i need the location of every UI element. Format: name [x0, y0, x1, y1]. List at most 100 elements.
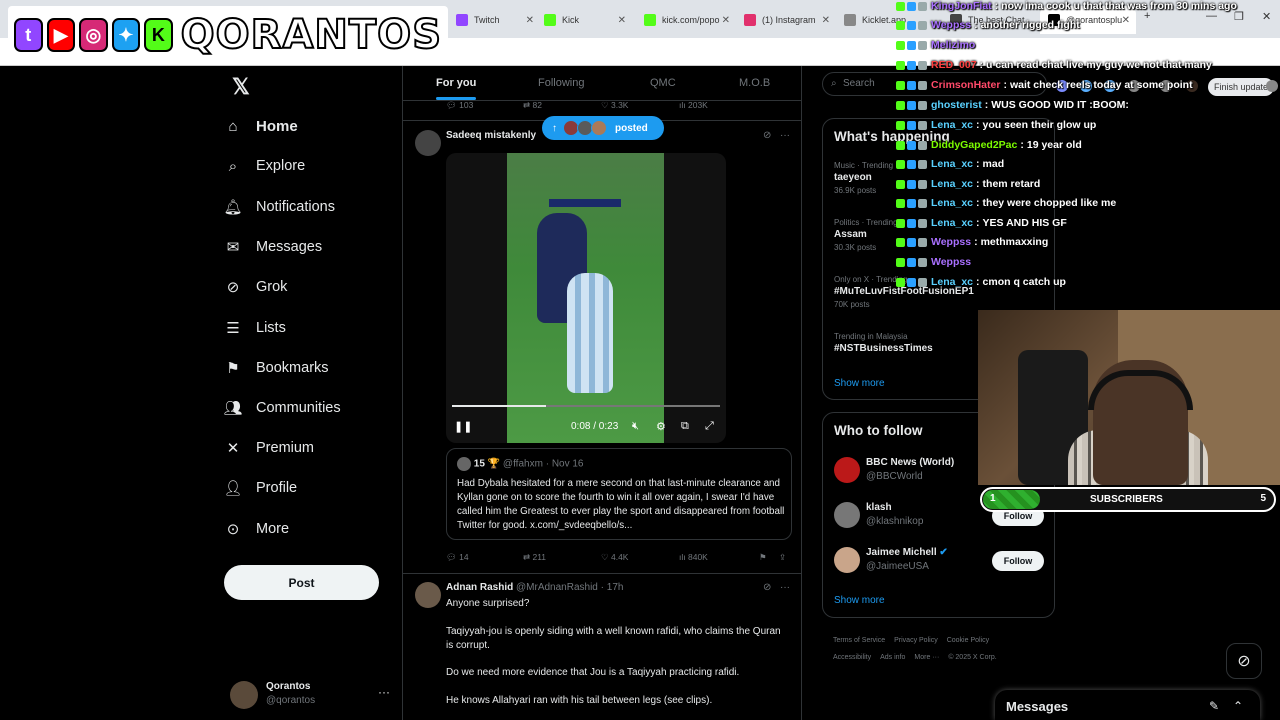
- chat-text: mad: [982, 158, 1005, 170]
- close-icon[interactable]: ✕: [526, 15, 534, 26]
- sidebar-item-lists[interactable]: ☰ Lists: [224, 312, 394, 344]
- share-icon[interactable]: ⇪: [779, 552, 786, 563]
- quoted-tweet[interactable]: 15 🏆 @ffahxm · Nov 16 Had Dybala hesitat…: [446, 448, 792, 540]
- chat-message: Lena_xc: YES AND HIS GF: [896, 214, 1067, 232]
- twitter-icon: ✦: [111, 18, 141, 52]
- sidebar-item-notifications[interactable]: 🔔︎ Notifications: [223, 191, 394, 223]
- x-logo-icon[interactable]: 𝕏: [232, 74, 250, 100]
- sidebar-item-communities[interactable]: 👥︎ Communities: [223, 392, 394, 424]
- reply-button[interactable]: 💬︎ 103: [446, 100, 473, 111]
- tab-qmc[interactable]: QMC: [650, 77, 676, 89]
- more-icon[interactable]: ···: [780, 582, 790, 593]
- sidebar-item-grok[interactable]: ⊘ Grok: [224, 271, 394, 303]
- chat-badges: [896, 237, 927, 247]
- pause-icon[interactable]: ❚❚: [454, 420, 472, 433]
- sidebar-item-explore[interactable]: ⌕ Explore: [224, 150, 394, 182]
- chat-username: Lena_xc: [931, 178, 974, 190]
- chat-separator: :: [979, 59, 984, 71]
- tab-mob[interactable]: M.O.B: [739, 77, 770, 89]
- player-figure: [567, 273, 613, 393]
- repost-button[interactable]: ⇄ 211: [523, 552, 546, 563]
- grok-icon: ⊘: [226, 279, 240, 296]
- chat-separator: :: [1003, 79, 1007, 91]
- browser-tab[interactable]: (1) Instagram ✕: [736, 6, 836, 34]
- video-progress-fill: [452, 405, 546, 407]
- sidebar-item-profile[interactable]: 👤︎ Profile: [223, 472, 394, 504]
- footer-link[interactable]: Ads info: [880, 654, 905, 661]
- views-button[interactable]: ılı 203K: [679, 100, 708, 110]
- chat-text: YES AND HIS GF: [982, 217, 1067, 229]
- like-button[interactable]: ♡ 4.4K: [601, 552, 628, 563]
- sidebar-item-home[interactable]: ⌂ Home: [224, 110, 394, 142]
- expand-icon[interactable]: ⌃: [1233, 699, 1243, 713]
- sidebar-item-label: Communities: [256, 400, 341, 416]
- badge-icon: [918, 20, 927, 30]
- close-icon[interactable]: ✕: [618, 15, 626, 26]
- show-more-link[interactable]: Show more: [834, 378, 885, 389]
- avatar[interactable]: [415, 582, 441, 608]
- badge-icon: [907, 100, 916, 110]
- post-button[interactable]: Post: [224, 565, 379, 600]
- quote-author: 15 🏆: [473, 458, 501, 470]
- separator: ·: [545, 458, 550, 470]
- footer-link[interactable]: Privacy Policy: [894, 637, 938, 644]
- more-icon[interactable]: ···: [780, 130, 790, 141]
- picture-in-picture-icon[interactable]: ⧉: [681, 420, 689, 433]
- sidebar-item-premium[interactable]: ✕ Premium: [224, 432, 394, 464]
- chat-text: methmaxxing: [980, 236, 1049, 248]
- repost-button[interactable]: ⇄ 82: [523, 100, 542, 111]
- sidebar-item-more[interactable]: ⊙ More: [224, 513, 394, 545]
- new-posts-pill[interactable]: ↑ posted: [542, 116, 664, 140]
- settings-gear-icon[interactable]: ⚙: [656, 420, 666, 433]
- compose-message-icon[interactable]: ✎: [1209, 699, 1219, 713]
- sidebar-item-label: Explore: [256, 158, 306, 174]
- follow-suggestion[interactable]: Jaimee Michell ✔ @JaimeeUSA Follow: [834, 545, 1049, 581]
- more-icon[interactable]: ···: [378, 685, 390, 699]
- like-button[interactable]: ♡ 3.3K: [601, 100, 628, 111]
- sidebar-item-messages[interactable]: ✉ Messages: [224, 231, 394, 263]
- follow-button[interactable]: Follow: [992, 551, 1044, 571]
- show-more-link[interactable]: Show more: [834, 595, 885, 606]
- mute-icon[interactable]: 🔇︎: [632, 420, 639, 433]
- messages-drawer[interactable]: Messages ✎ ⌃: [995, 690, 1260, 720]
- chat-separator: :: [976, 217, 980, 229]
- x-icon: ✕: [226, 440, 240, 457]
- footer-link[interactable]: Accessibility: [833, 654, 871, 661]
- grok-icon[interactable]: ⊘: [763, 130, 771, 141]
- close-icon[interactable]: ✕: [722, 15, 730, 26]
- grok-icon[interactable]: ⊘: [1226, 643, 1262, 679]
- avatar[interactable]: [415, 130, 441, 156]
- chat-username: Lena_xc: [931, 197, 974, 209]
- browser-tab[interactable]: Twitch ✕: [448, 6, 540, 34]
- tweet-text: Do we need more evidence that Jou is a T…: [446, 667, 740, 678]
- youtube-icon: ▶: [46, 18, 76, 52]
- browser-tab[interactable]: Kick ✕: [536, 6, 632, 34]
- chat-message: Lena_xc: they were chopped like me: [896, 194, 1116, 212]
- chat-separator: :: [976, 197, 980, 209]
- reply-button[interactable]: 💬︎ 14: [446, 552, 469, 563]
- grok-icon[interactable]: ⊘: [763, 582, 771, 593]
- tab-following[interactable]: Following: [538, 77, 584, 89]
- badge-icon: [896, 80, 905, 90]
- chat-text: wait check reels today at some point: [1009, 79, 1193, 91]
- suggestion-handle: @BBCWorld: [866, 471, 923, 482]
- tab-label: kick.com/popo: [662, 15, 720, 25]
- tweet-author[interactable]: Sadeeq mistakenly: [446, 130, 536, 141]
- sidebar-item-bookmarks[interactable]: ⚑ Bookmarks: [224, 352, 394, 384]
- bookmark-icon[interactable]: ⚑: [759, 552, 767, 563]
- close-icon[interactable]: ✕: [822, 15, 830, 26]
- video-player[interactable]: ❚❚ 0:08 / 0:23 🔇︎ ⚙ ⧉ ⤢: [446, 153, 726, 443]
- browser-tab[interactable]: kick.com/popo ✕: [636, 6, 736, 34]
- footer-link[interactable]: More ···: [914, 654, 939, 661]
- tweet-author[interactable]: Adnan Rashid @MrAdnanRashid · 17h: [446, 582, 623, 593]
- views-button[interactable]: ılı 840K: [679, 552, 708, 562]
- account-switcher[interactable]: Qorantos @qorantos ···: [230, 677, 394, 713]
- chat-username: Lena_xc: [931, 217, 974, 229]
- like-count: 3.3K: [610, 100, 629, 110]
- fullscreen-icon[interactable]: ⤢: [705, 420, 714, 433]
- footer-link[interactable]: Cookie Policy: [947, 637, 989, 644]
- video-progress-bar[interactable]: [452, 405, 720, 407]
- search-icon: ⌕: [831, 78, 837, 89]
- tab-for-you[interactable]: For you: [436, 77, 477, 100]
- footer-link[interactable]: Terms of Service: [833, 637, 885, 644]
